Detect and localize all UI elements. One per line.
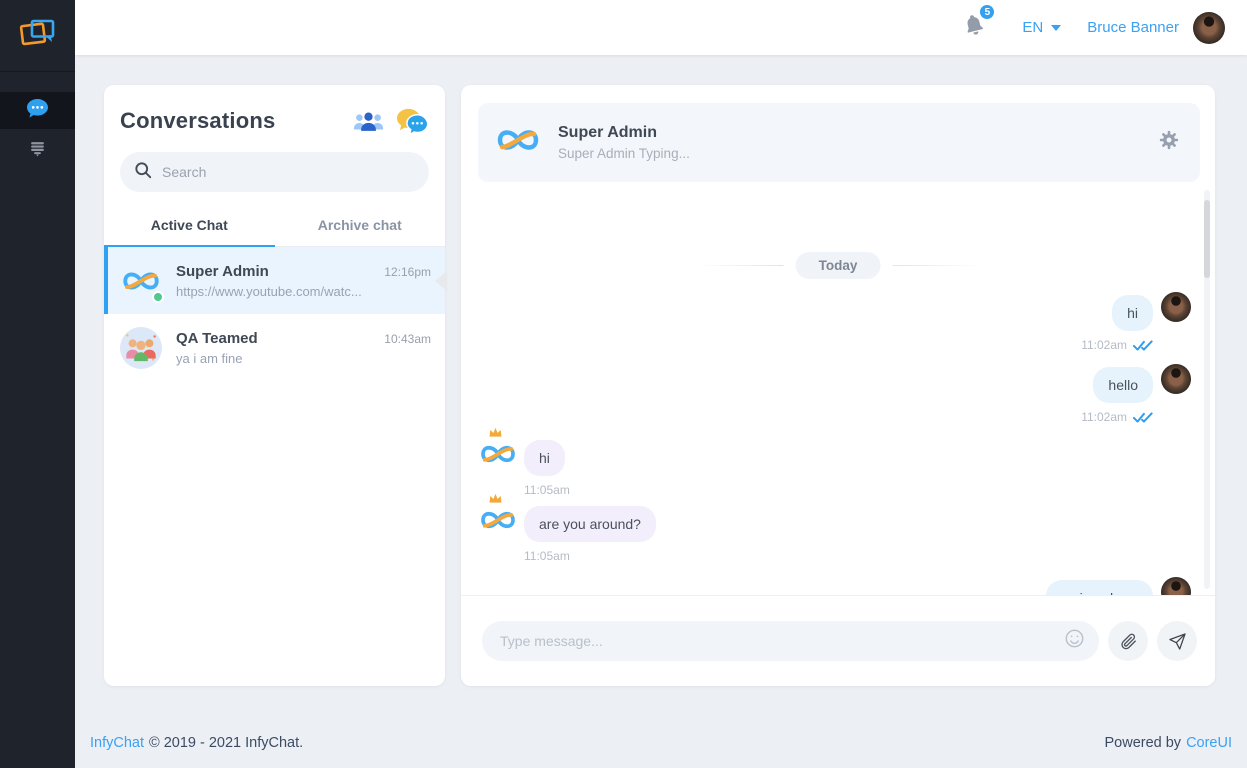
message-bubble: hi	[1112, 295, 1153, 331]
tab-archive-chat[interactable]: Archive chat	[275, 213, 446, 246]
messages-scrollbar[interactable]	[1204, 190, 1210, 589]
message-list: Today hi 11:02am hello	[461, 182, 1215, 595]
message-time: 11:02am	[1081, 410, 1127, 424]
infinity-avatar	[494, 116, 542, 169]
sender-avatar	[478, 500, 518, 540]
message-bubble: ya i am here	[1046, 580, 1153, 595]
message-bubble: hello	[1093, 367, 1153, 403]
paperclip-icon	[1119, 632, 1138, 651]
app-logo[interactable]	[0, 0, 75, 72]
user-avatar[interactable]	[1193, 12, 1225, 44]
attach-button[interactable]	[1108, 621, 1148, 661]
conversation-item-qa-teamed[interactable]: QA Teamed 10:43am ya i am fine	[104, 314, 445, 381]
sidebar	[0, 0, 75, 768]
crown-icon	[488, 425, 503, 443]
day-divider-label: Today	[796, 252, 881, 279]
message-outgoing: hello 11:02am	[1081, 364, 1191, 424]
message-bubble: hi	[524, 440, 565, 476]
message-input-wrap	[482, 621, 1099, 661]
send-button[interactable]	[1157, 621, 1197, 661]
divider-line	[696, 265, 784, 266]
conversation-item-super-admin[interactable]: Super Admin 12:16pm https://www.youtube.…	[104, 247, 445, 314]
sidebar-item-chats[interactable]	[0, 92, 75, 129]
read-check-icon	[1133, 412, 1153, 423]
message-time: 11:05am	[524, 483, 570, 497]
bell-icon	[962, 25, 986, 42]
notifications-button[interactable]: 5	[962, 12, 986, 43]
footer-coreui-link[interactable]: CoreUI	[1186, 735, 1232, 751]
sender-avatar	[1161, 364, 1191, 394]
divider-line	[892, 265, 980, 266]
users-group-icon	[353, 109, 384, 134]
notification-badge: 5	[978, 3, 996, 21]
composer	[461, 595, 1215, 686]
message-outgoing-partial: ya i am here	[1046, 577, 1191, 595]
user-menu-link[interactable]: Bruce Banner	[1087, 19, 1179, 36]
footer-powered-by: Powered by	[1104, 735, 1181, 751]
app-root: 5 EN Bruce Banner Conversations	[0, 0, 1247, 768]
infychat-logo-icon	[18, 16, 58, 55]
footer: InfyChat © 2019 - 2021 InfyChat. Powered…	[90, 735, 1232, 751]
footer-copyright: © 2019 - 2021 InfyChat.	[149, 735, 303, 751]
search-icon	[134, 161, 152, 184]
sidebar-item-archived-chats[interactable]	[0, 132, 75, 169]
conversation-tabs: Active Chat Archive chat	[104, 213, 445, 247]
chat-typing-status: Super Admin Typing...	[558, 146, 1158, 161]
chevron-down-icon	[1051, 25, 1061, 31]
online-status-dot	[152, 291, 164, 303]
tab-active-chat[interactable]: Active Chat	[104, 213, 275, 246]
message-time: 11:02am	[1081, 338, 1127, 352]
message-time: 11:05am	[524, 549, 570, 563]
conversation-time: 12:16pm	[384, 265, 431, 279]
group-avatar	[120, 356, 162, 373]
language-label: EN	[1022, 19, 1043, 36]
sender-avatar	[1161, 577, 1191, 595]
search-input[interactable]	[162, 164, 415, 180]
new-chat-button[interactable]	[396, 107, 429, 136]
chat-bubble-icon	[26, 98, 49, 124]
chat-header: Super Admin Super Admin Typing...	[478, 103, 1200, 182]
message-incoming: are you around? 11:05am	[478, 500, 656, 563]
crown-icon	[488, 491, 503, 509]
search-box	[120, 152, 429, 192]
conversation-preview: ya i am fine	[176, 351, 386, 366]
new-chat-icon	[396, 107, 429, 136]
conversation-list: Super Admin 12:16pm https://www.youtube.…	[104, 247, 445, 381]
emoji-button[interactable]	[1064, 628, 1085, 654]
archived-chats-icon	[29, 140, 46, 162]
language-selector[interactable]: EN	[1022, 19, 1061, 36]
header: 5 EN Bruce Banner	[75, 0, 1247, 55]
message-bubble: are you around?	[524, 506, 656, 542]
chat-settings-button[interactable]	[1158, 129, 1180, 156]
smiley-icon	[1064, 628, 1085, 649]
send-icon	[1168, 632, 1187, 651]
sender-avatar	[1161, 292, 1191, 322]
conversations-panel: Conversations	[104, 85, 445, 686]
sidebar-nav	[0, 72, 75, 169]
gear-icon	[1158, 129, 1180, 151]
message-incoming: hi 11:05am	[478, 434, 570, 497]
day-divider: Today	[696, 252, 981, 279]
new-group-button[interactable]	[353, 109, 384, 134]
read-check-icon	[1133, 340, 1153, 351]
sender-avatar	[478, 434, 518, 474]
scrollbar-thumb[interactable]	[1204, 200, 1210, 278]
chat-panel: Super Admin Super Admin Typing... Today	[461, 85, 1215, 686]
message-input[interactable]	[500, 633, 1064, 649]
conversation-name: Super Admin	[176, 263, 269, 280]
header-actions: 5 EN Bruce Banner	[962, 12, 1225, 44]
conversation-preview: https://www.youtube.com/watc...	[176, 284, 386, 299]
footer-brand-link[interactable]: InfyChat	[90, 735, 144, 751]
conversations-title: Conversations	[120, 108, 275, 134]
conversation-time: 10:43am	[384, 332, 431, 346]
chat-title: Super Admin	[558, 124, 1158, 142]
conversations-header: Conversations	[104, 85, 445, 137]
message-outgoing: hi 11:02am	[1081, 292, 1191, 352]
conversation-name: QA Teamed	[176, 330, 258, 347]
